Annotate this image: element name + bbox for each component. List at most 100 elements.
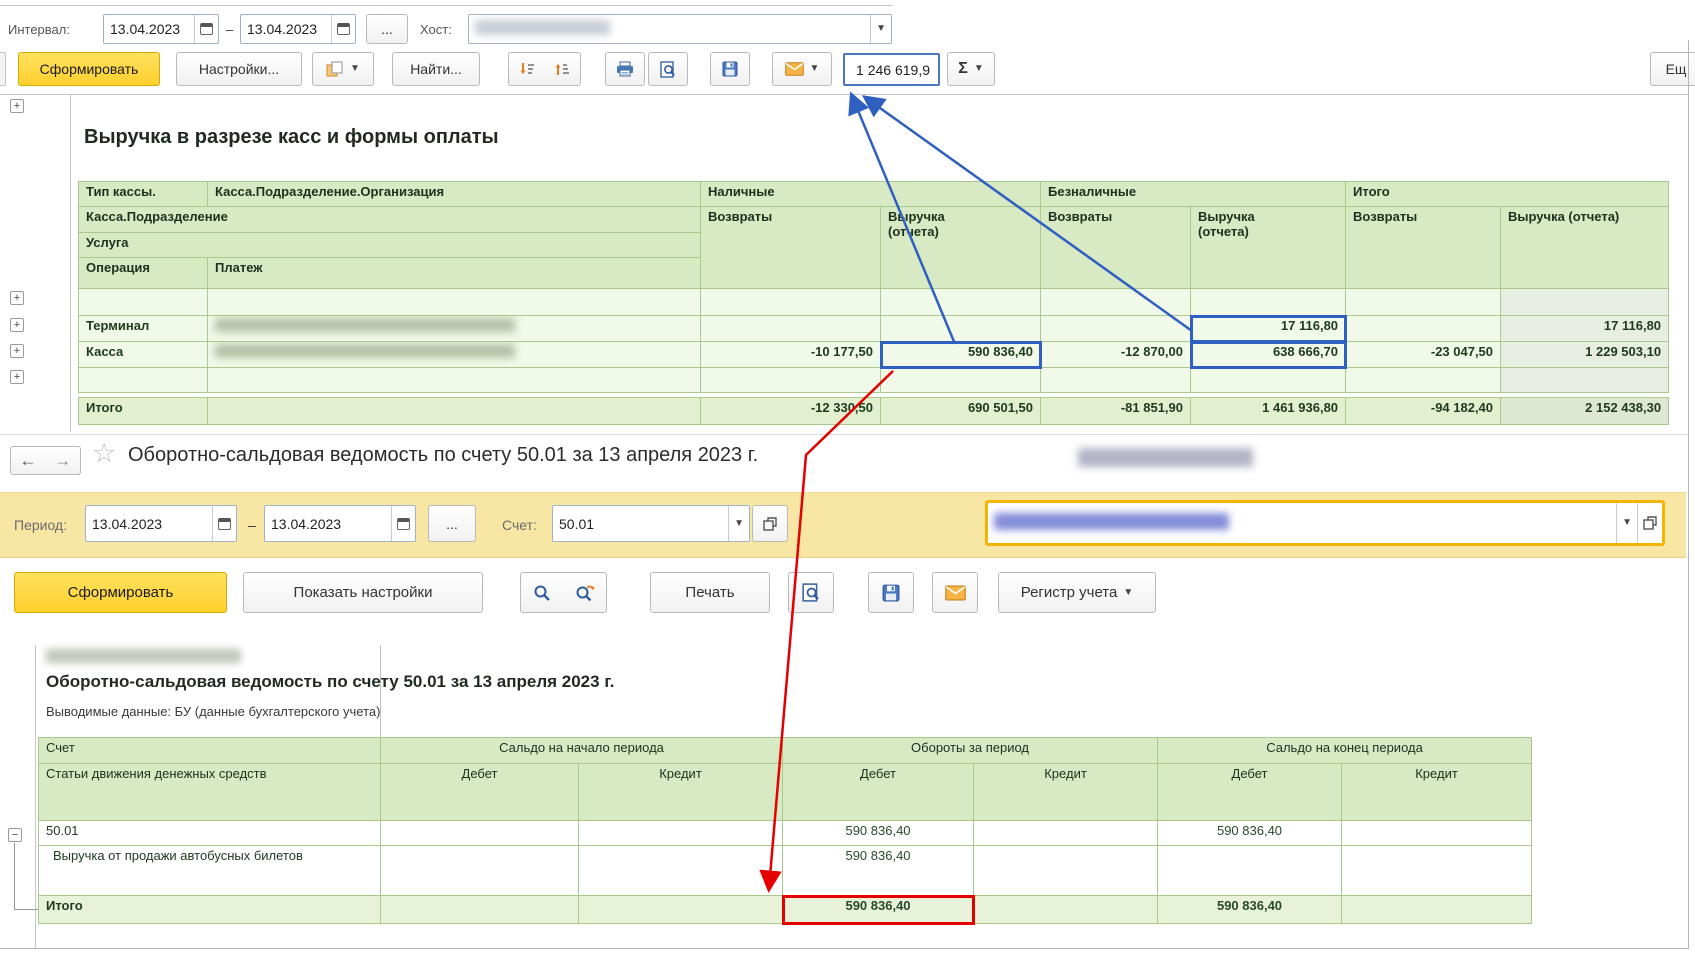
period-to-value[interactable]: 13.04.2023: [265, 516, 391, 532]
cell-selected[interactable]: 17 116,80: [1191, 316, 1346, 342]
calendar-icon[interactable]: [194, 15, 218, 43]
sort-ascending-button[interactable]: [544, 52, 581, 86]
chevron-down-icon[interactable]: ▼: [728, 506, 749, 541]
interval-from-input[interactable]: 13.04.2023: [103, 14, 219, 44]
cell[interactable]: [1342, 924, 1532, 949]
chevron-down-icon[interactable]: ▼: [1616, 503, 1637, 543]
cell[interactable]: 1 229 503,10: [1501, 342, 1669, 368]
save-button[interactable]: [710, 52, 750, 86]
cell[interactable]: 1 461 936,80: [1191, 398, 1346, 425]
cell[interactable]: 590 836,40: [783, 846, 974, 896]
header-cell[interactable]: Счет: [39, 738, 381, 764]
cell-selected[interactable]: 590 836,40: [881, 342, 1041, 368]
cell[interactable]: [1158, 846, 1342, 896]
header-cell[interactable]: Выручка (отчета): [1501, 207, 1669, 289]
row-label[interactable]: Терминал: [79, 316, 208, 342]
cell-organization[interactable]: [208, 316, 701, 342]
collapse-button[interactable]: −: [8, 828, 22, 842]
cell[interactable]: [1346, 289, 1501, 316]
header-cell[interactable]: Возвраты: [1041, 207, 1191, 289]
settings-button[interactable]: Настройки...: [176, 52, 302, 86]
cell-selected[interactable]: 638 666,70: [1191, 342, 1346, 368]
cell[interactable]: [208, 368, 701, 393]
account-combobox[interactable]: 50.01 ▼: [552, 505, 750, 542]
send-mail-button[interactable]: [932, 572, 978, 613]
row-label[interactable]: Касса: [79, 342, 208, 368]
cell[interactable]: [579, 896, 783, 924]
cell[interactable]: [881, 368, 1041, 393]
send-mail-button[interactable]: ▼: [772, 52, 832, 86]
cell-organization[interactable]: [208, 342, 701, 368]
cell[interactable]: [1041, 289, 1191, 316]
search-button[interactable]: [520, 572, 564, 613]
header-cell[interactable]: Кредит: [1342, 764, 1532, 821]
chevron-down-icon[interactable]: ▼: [870, 15, 891, 43]
account-open-button[interactable]: [752, 505, 788, 542]
header-cell[interactable]: Дебет: [1158, 764, 1342, 821]
calendar-icon[interactable]: [391, 506, 415, 541]
cell[interactable]: [881, 316, 1041, 342]
print-button[interactable]: [605, 52, 645, 86]
show-settings-button[interactable]: Показать настройки: [243, 572, 483, 613]
cell[interactable]: [381, 896, 579, 924]
cell[interactable]: [579, 924, 783, 949]
cell[interactable]: [1501, 368, 1669, 393]
header-cell[interactable]: Наличные: [701, 182, 1041, 207]
cell[interactable]: -12 870,00: [1041, 342, 1191, 368]
cell[interactable]: 590 836,40: [1158, 821, 1342, 846]
calendar-icon[interactable]: [212, 506, 236, 541]
row-label[interactable]: 50.01: [39, 821, 381, 846]
cell[interactable]: 2 152 438,30: [1501, 398, 1669, 425]
expand-button[interactable]: +: [10, 318, 24, 332]
expand-button[interactable]: +: [10, 99, 24, 113]
cell[interactable]: [701, 368, 881, 393]
search-next-button[interactable]: [563, 572, 607, 613]
interval-to-value[interactable]: 13.04.2023: [241, 21, 331, 37]
cell[interactable]: [381, 846, 579, 896]
report-variants-button[interactable]: ▼: [312, 52, 374, 86]
cell[interactable]: -94 182,40: [1346, 398, 1501, 425]
account-value[interactable]: 50.01: [553, 516, 728, 532]
save-button[interactable]: [868, 572, 914, 613]
header-cell[interactable]: Безналичные: [1041, 182, 1346, 207]
header-cell[interactable]: Кредит: [579, 764, 783, 821]
expand-button[interactable]: +: [10, 344, 24, 358]
print-button[interactable]: Печать: [650, 572, 770, 613]
organization-combobox[interactable]: ▼: [985, 500, 1665, 546]
interval-from-value[interactable]: 13.04.2023: [104, 21, 194, 37]
header-cell[interactable]: Дебет: [381, 764, 579, 821]
expand-button[interactable]: +: [10, 370, 24, 384]
header-cell[interactable]: Тип кассы.: [79, 182, 208, 207]
cell[interactable]: [1501, 289, 1669, 316]
open-in-window-icon[interactable]: [1637, 503, 1662, 543]
cell[interactable]: [1342, 846, 1532, 896]
cell[interactable]: [381, 924, 579, 949]
cell[interactable]: [974, 846, 1158, 896]
row-label[interactable]: Итого: [79, 398, 208, 425]
cell[interactable]: [783, 924, 974, 949]
cell[interactable]: [79, 368, 208, 393]
register-button[interactable]: Регистр учета▼: [998, 572, 1156, 613]
sort-descending-button[interactable]: [508, 52, 545, 86]
cell[interactable]: [1342, 896, 1532, 924]
cell[interactable]: [1041, 368, 1191, 393]
cell[interactable]: [79, 289, 208, 316]
host-combobox[interactable]: ▼: [468, 14, 892, 44]
cell[interactable]: 17 116,80: [1501, 316, 1669, 342]
period-more-button[interactable]: ...: [428, 505, 476, 542]
cell[interactable]: [1158, 924, 1342, 949]
cell[interactable]: [39, 924, 381, 949]
header-cell[interactable]: Касса.Подразделение: [79, 207, 701, 233]
generate-button[interactable]: Сформировать: [18, 52, 160, 86]
cell[interactable]: -12 330,50: [701, 398, 881, 425]
nav-forward-button[interactable]: →: [45, 446, 81, 475]
cell[interactable]: [1191, 289, 1346, 316]
print-preview-button[interactable]: [648, 52, 688, 86]
period-from-input[interactable]: 13.04.2023: [85, 505, 237, 542]
cell[interactable]: -81 851,90: [1041, 398, 1191, 425]
header-cell[interactable]: Статьи движения денежных средств: [39, 764, 381, 821]
header-cell[interactable]: Сальдо на начало периода: [381, 738, 783, 764]
header-cell[interactable]: Возвраты: [1346, 207, 1501, 289]
cell[interactable]: [1191, 368, 1346, 393]
header-cell[interactable]: Возвраты: [701, 207, 881, 289]
